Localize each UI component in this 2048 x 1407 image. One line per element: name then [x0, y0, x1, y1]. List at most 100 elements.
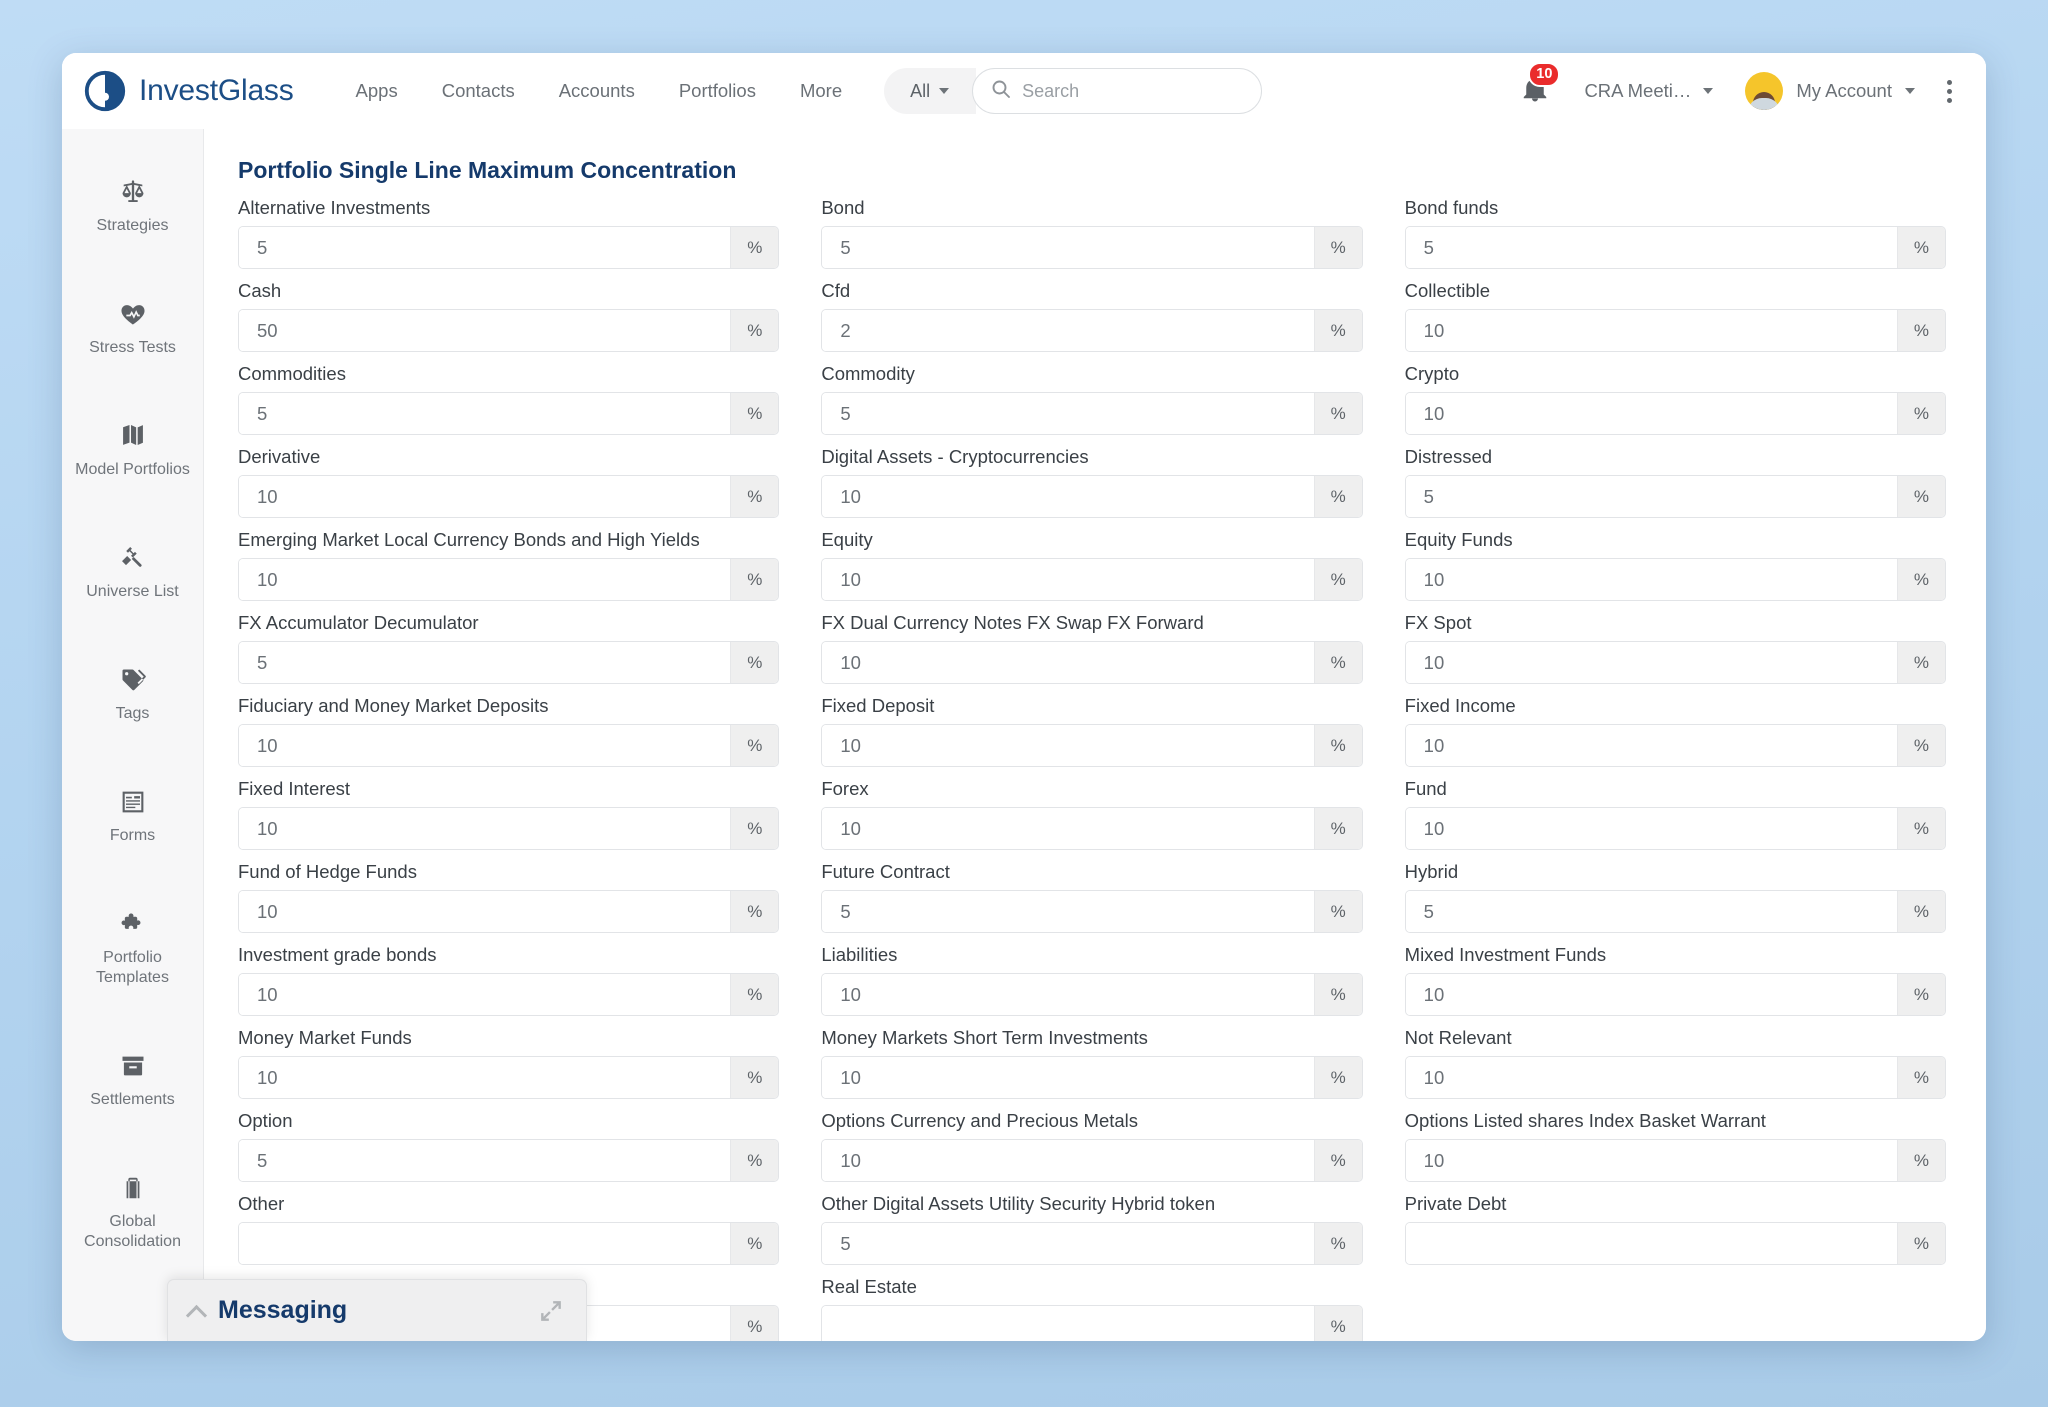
percent-input[interactable]: [1406, 310, 1897, 351]
percent-input-group[interactable]: %: [238, 475, 779, 518]
percent-input-group[interactable]: %: [821, 226, 1362, 269]
percent-input[interactable]: [239, 310, 730, 351]
notifications-button[interactable]: 10: [1512, 68, 1562, 115]
sidebar-item-model-portfolios[interactable]: Model Portfolios: [62, 407, 203, 502]
account-menu[interactable]: My Account: [1735, 66, 1925, 116]
percent-input-group[interactable]: %: [238, 973, 779, 1016]
percent-input[interactable]: [822, 1057, 1313, 1098]
percent-input[interactable]: [822, 725, 1313, 766]
percent-input-group[interactable]: %: [821, 1305, 1362, 1341]
percent-input-group[interactable]: %: [1405, 558, 1946, 601]
meeting-selector[interactable]: CRA Meeti…: [1572, 72, 1725, 110]
percent-input[interactable]: [822, 393, 1313, 434]
percent-input[interactable]: [822, 1306, 1313, 1341]
percent-input-group[interactable]: %: [238, 1222, 779, 1265]
percent-input-group[interactable]: %: [821, 724, 1362, 767]
percent-input[interactable]: [1406, 725, 1897, 766]
percent-input[interactable]: [1406, 559, 1897, 600]
percent-input[interactable]: [1406, 393, 1897, 434]
percent-input-group[interactable]: %: [821, 641, 1362, 684]
nav-item-apps[interactable]: Apps: [334, 70, 420, 112]
percent-input-group[interactable]: %: [1405, 226, 1946, 269]
percent-input[interactable]: [239, 227, 730, 268]
percent-input-group[interactable]: %: [1405, 475, 1946, 518]
percent-input[interactable]: [1406, 227, 1897, 268]
percent-input-group[interactable]: %: [821, 558, 1362, 601]
percent-input-group[interactable]: %: [238, 890, 779, 933]
percent-input[interactable]: [822, 642, 1313, 683]
sidebar-item-forms[interactable]: Forms: [62, 773, 203, 868]
percent-input-group[interactable]: %: [238, 226, 779, 269]
percent-input-group[interactable]: %: [238, 1056, 779, 1099]
percent-input[interactable]: [239, 642, 730, 683]
percent-input[interactable]: [1406, 1057, 1897, 1098]
percent-input[interactable]: [1406, 1223, 1897, 1264]
search-input[interactable]: [1022, 81, 1243, 102]
percent-input[interactable]: [239, 1223, 730, 1264]
nav-item-contacts[interactable]: Contacts: [420, 70, 537, 112]
percent-input[interactable]: [822, 227, 1313, 268]
percent-input[interactable]: [239, 891, 730, 932]
percent-input[interactable]: [822, 1140, 1313, 1181]
percent-input-group[interactable]: %: [821, 890, 1362, 933]
percent-input[interactable]: [239, 974, 730, 1015]
sidebar-item-tags[interactable]: Tags: [62, 651, 203, 746]
percent-input-group[interactable]: %: [238, 807, 779, 850]
percent-input-group[interactable]: %: [238, 641, 779, 684]
percent-input-group[interactable]: %: [821, 309, 1362, 352]
kebab-menu-icon[interactable]: [1935, 70, 1964, 113]
nav-item-accounts[interactable]: Accounts: [537, 70, 657, 112]
sidebar-item-universe-list[interactable]: Universe List: [62, 529, 203, 624]
percent-input[interactable]: [239, 725, 730, 766]
chevron-up-icon[interactable]: [186, 1301, 206, 1321]
percent-input[interactable]: [822, 808, 1313, 849]
percent-input[interactable]: [239, 808, 730, 849]
nav-item-portfolios[interactable]: Portfolios: [657, 70, 778, 112]
sidebar-item-portfolio-templates[interactable]: Portfolio Templates: [62, 895, 203, 1010]
percent-input-group[interactable]: %: [821, 1139, 1362, 1182]
percent-input-group[interactable]: %: [1405, 724, 1946, 767]
percent-input[interactable]: [822, 974, 1313, 1015]
percent-input[interactable]: [1406, 891, 1897, 932]
percent-input[interactable]: [822, 476, 1313, 517]
percent-input[interactable]: [239, 559, 730, 600]
percent-input-group[interactable]: %: [238, 558, 779, 601]
percent-input[interactable]: [822, 891, 1313, 932]
percent-input-group[interactable]: %: [821, 1222, 1362, 1265]
percent-input-group[interactable]: %: [238, 392, 779, 435]
percent-input[interactable]: [1406, 974, 1897, 1015]
percent-input-group[interactable]: %: [1405, 807, 1946, 850]
percent-input-group[interactable]: %: [1405, 973, 1946, 1016]
percent-input-group[interactable]: %: [1405, 641, 1946, 684]
percent-input-group[interactable]: %: [238, 1139, 779, 1182]
percent-input[interactable]: [239, 393, 730, 434]
percent-input-group[interactable]: %: [1405, 890, 1946, 933]
percent-input-group[interactable]: %: [821, 392, 1362, 435]
percent-input-group[interactable]: %: [238, 724, 779, 767]
percent-input[interactable]: [1406, 1140, 1897, 1181]
percent-input-group[interactable]: %: [1405, 392, 1946, 435]
sidebar-item-strategies[interactable]: Strategies: [62, 163, 203, 258]
sidebar-item-settlements[interactable]: Settlements: [62, 1037, 203, 1132]
search-box[interactable]: [972, 68, 1262, 114]
percent-input-group[interactable]: %: [1405, 1056, 1946, 1099]
percent-input[interactable]: [239, 476, 730, 517]
percent-input[interactable]: [1406, 808, 1897, 849]
percent-input-group[interactable]: %: [821, 807, 1362, 850]
percent-input-group[interactable]: %: [1405, 1222, 1946, 1265]
brand-logo-area[interactable]: InvestGlass: [82, 68, 294, 114]
expand-diagonal-icon[interactable]: [538, 1298, 564, 1324]
sidebar-item-global-consolidation[interactable]: Global Consolidation: [62, 1159, 203, 1274]
percent-input-group[interactable]: %: [1405, 309, 1946, 352]
percent-input-group[interactable]: %: [238, 309, 779, 352]
search-scope-select[interactable]: All: [884, 68, 976, 114]
percent-input[interactable]: [822, 559, 1313, 600]
percent-input[interactable]: [822, 1223, 1313, 1264]
percent-input-group[interactable]: %: [1405, 1139, 1946, 1182]
percent-input-group[interactable]: %: [821, 973, 1362, 1016]
percent-input[interactable]: [1406, 642, 1897, 683]
percent-input[interactable]: [1406, 476, 1897, 517]
percent-input[interactable]: [239, 1057, 730, 1098]
percent-input[interactable]: [239, 1140, 730, 1181]
percent-input[interactable]: [822, 310, 1313, 351]
